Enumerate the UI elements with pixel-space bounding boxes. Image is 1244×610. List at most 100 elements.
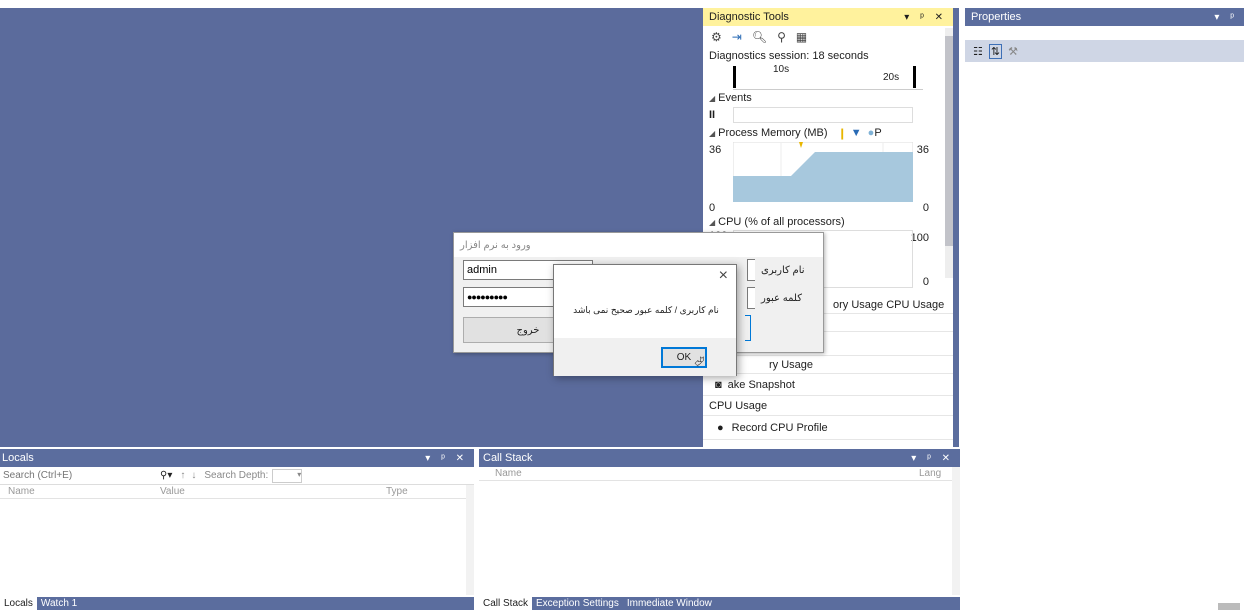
record-dot-icon: ● [717, 421, 724, 434]
memory-legend-p: P [874, 127, 882, 139]
mem-min-left: 0 [709, 202, 716, 214]
events-header[interactable]: ◢ Events [703, 90, 953, 106]
search-icon[interactable]: ⚲▾ [160, 470, 172, 481]
message-text: نام کاربری / کلمه عبور صحیح نمی باشد [573, 305, 719, 315]
take-snapshot-row[interactable]: ◙ ake Snapshot [703, 374, 953, 396]
message-button-area: OK ⮰ [554, 338, 736, 376]
password-field-edge[interactable] [747, 287, 755, 309]
properties-spacer [965, 26, 1244, 40]
diagnostic-tools-title-bar[interactable]: Diagnostic Tools ▾ ᵖ ✕ [703, 8, 953, 26]
col-lang[interactable]: Lang [919, 468, 949, 479]
properties-title-bar[interactable]: Properties ▾ ᵖ [965, 8, 1244, 26]
callstack-title-bar[interactable]: Call Stack ▾ ᵖ ✕ [479, 449, 960, 467]
memory-chart-svg [733, 142, 913, 202]
callstack-scrollbar[interactable] [952, 467, 960, 595]
tab-exception-settings[interactable]: Exception Settings [532, 597, 623, 610]
expand-triangle-icon: ◢ [709, 128, 716, 138]
search-depth-label: Search Depth: [204, 470, 269, 481]
locals-panel: Locals ▾ ᵖ ✕ ⚲▾ ↑ ↓ Search Depth: ▾ Name… [0, 449, 474, 610]
record-cpu-row[interactable]: ● Record CPU Profile [703, 416, 953, 440]
cpu-label: CPU (% of all processors) [718, 216, 845, 228]
col-name[interactable]: Name [479, 468, 919, 479]
locals-title-bar[interactable]: Locals ▾ ᵖ ✕ [0, 449, 474, 467]
scroll-thumb[interactable] [945, 36, 953, 246]
categorized-icon[interactable]: ☷ [973, 45, 983, 58]
camera-icon: ◙ [715, 378, 722, 391]
panel-pin-close-icons[interactable]: ▾ ᵖ ✕ [911, 453, 954, 464]
memory-usage-header: ry Usage [703, 356, 953, 374]
properties-title: Properties [971, 11, 1022, 23]
cpu-header[interactable]: ◢ CPU (% of all processors) [703, 214, 953, 230]
editor-area-top [0, 8, 703, 10]
take-snapshot-label[interactable]: ake Snapshot [728, 379, 795, 391]
locals-title: Locals [2, 452, 34, 464]
diagnostic-tools-panel: Diagnostic Tools ▾ ᵖ ✕ ⚙ ⇥ 🔍︎ ⚲ ▦ Diagno… [703, 8, 959, 447]
panel-pin-close-icons[interactable]: ▾ ᵖ ✕ [904, 12, 947, 23]
tab-immediate-window[interactable]: Immediate Window [623, 597, 716, 610]
panel-pin-icons[interactable]: ▾ ᵖ [1214, 12, 1238, 23]
locals-header-row: Name Value Type [0, 485, 474, 499]
col-value[interactable]: Value [160, 486, 386, 497]
diagnostic-toolbar: ⚙ ⇥ 🔍︎ ⚲ ▦ [703, 26, 953, 48]
session-text: Diagnostics session: 18 seconds [709, 50, 869, 62]
events-label: Events [718, 92, 752, 104]
close-icon[interactable]: × [719, 267, 728, 285]
private-bytes-icon: ● [867, 127, 875, 139]
callstack-title: Call Stack [483, 452, 533, 464]
record-cpu-label[interactable]: Record CPU Profile [732, 422, 828, 434]
col-type[interactable]: Type [386, 486, 456, 497]
export-icon[interactable]: ⇥ [732, 30, 742, 44]
search-depth-select[interactable]: ▾ [272, 468, 303, 483]
username-label: نام کاربری [761, 265, 805, 276]
locals-scrollbar[interactable] [466, 485, 474, 595]
cpu-usage-header: CPU Usage [703, 396, 953, 416]
tab-locals[interactable]: Locals [0, 597, 37, 610]
editor-area [0, 0, 703, 447]
zoom-out-icon[interactable]: ⚲ [777, 30, 786, 44]
expand-triangle-icon: ◢ [709, 93, 716, 103]
editor-top-strip [0, 0, 1244, 8]
process-memory-header[interactable]: ◢ Process Memory (MB) ❙ ▼ ● P [703, 124, 953, 142]
timeline-start-marker[interactable] [733, 66, 736, 88]
callstack-tabs: Call Stack Exception Settings Immediate Wi… [479, 597, 960, 610]
tab-watch1[interactable]: Watch 1 [37, 597, 81, 610]
diagnostic-tools-title: Diagnostic Tools [709, 11, 789, 23]
callstack-panel: Call Stack ▾ ᵖ ✕ Name Lang Call Stack Exc… [479, 449, 960, 610]
timeline-end-marker[interactable] [913, 66, 916, 88]
alphabetical-icon[interactable]: ⇅ [988, 43, 1003, 59]
pause-icon[interactable]: II [709, 109, 733, 121]
tick-20s: 20s [883, 72, 900, 83]
cpu-min-right: 0 [922, 276, 929, 288]
settings-gear-icon[interactable]: ⚙ [711, 30, 722, 44]
timeline-ruler[interactable]: 10s 20s [733, 64, 923, 90]
login-button-edge[interactable] [745, 315, 751, 341]
login-title-bar: ورود به نرم افزار [454, 233, 823, 257]
message-box: × نام کاربری / کلمه عبور صحیح نمی باشد O… [553, 264, 737, 376]
locals-search-bar: ⚲▾ ↑ ↓ Search Depth: ▾ [0, 467, 474, 485]
tab-callstack[interactable]: Call Stack [479, 597, 533, 610]
locals-tabs: Locals Watch 1 [0, 597, 474, 610]
mem-max-left: 36 [709, 144, 722, 156]
properties-panel: Properties ▾ ᵖ ☷ ⇅ ⚒ [965, 8, 1244, 610]
summary-tabs-text[interactable]: ory Usage CPU Usage [833, 299, 944, 311]
zoom-in-icon[interactable]: 🔍︎ [752, 30, 767, 44]
reset-zoom-icon[interactable]: ▦ [796, 30, 807, 44]
mouse-cursor-icon: ⮰ [694, 354, 705, 369]
locals-search-input[interactable] [0, 468, 160, 483]
search-prev-icon[interactable]: ↑ [180, 470, 185, 481]
wrench-icon[interactable]: ⚒ [1008, 45, 1018, 58]
properties-toolbar: ☷ ⇅ ⚒ [965, 40, 1244, 62]
mem-max-right: 36 [916, 144, 929, 156]
diagnostic-scrollbar[interactable] [945, 28, 953, 278]
properties-bottom-handle[interactable] [1218, 603, 1240, 610]
memory-usage-label: ry Usage [769, 358, 814, 371]
panel-pin-close-icons[interactable]: ▾ ᵖ ✕ [425, 453, 468, 464]
col-name[interactable]: Name [0, 486, 160, 497]
search-next-icon[interactable]: ↓ [191, 470, 196, 481]
process-memory-label: Process Memory (MB) [718, 127, 828, 139]
callstack-header-row: Name Lang [479, 467, 960, 481]
username-field-edge[interactable] [747, 259, 755, 281]
mem-min-right: 0 [922, 202, 929, 214]
events-track: II [703, 106, 953, 124]
cpu-max-right: 100 [910, 232, 929, 244]
